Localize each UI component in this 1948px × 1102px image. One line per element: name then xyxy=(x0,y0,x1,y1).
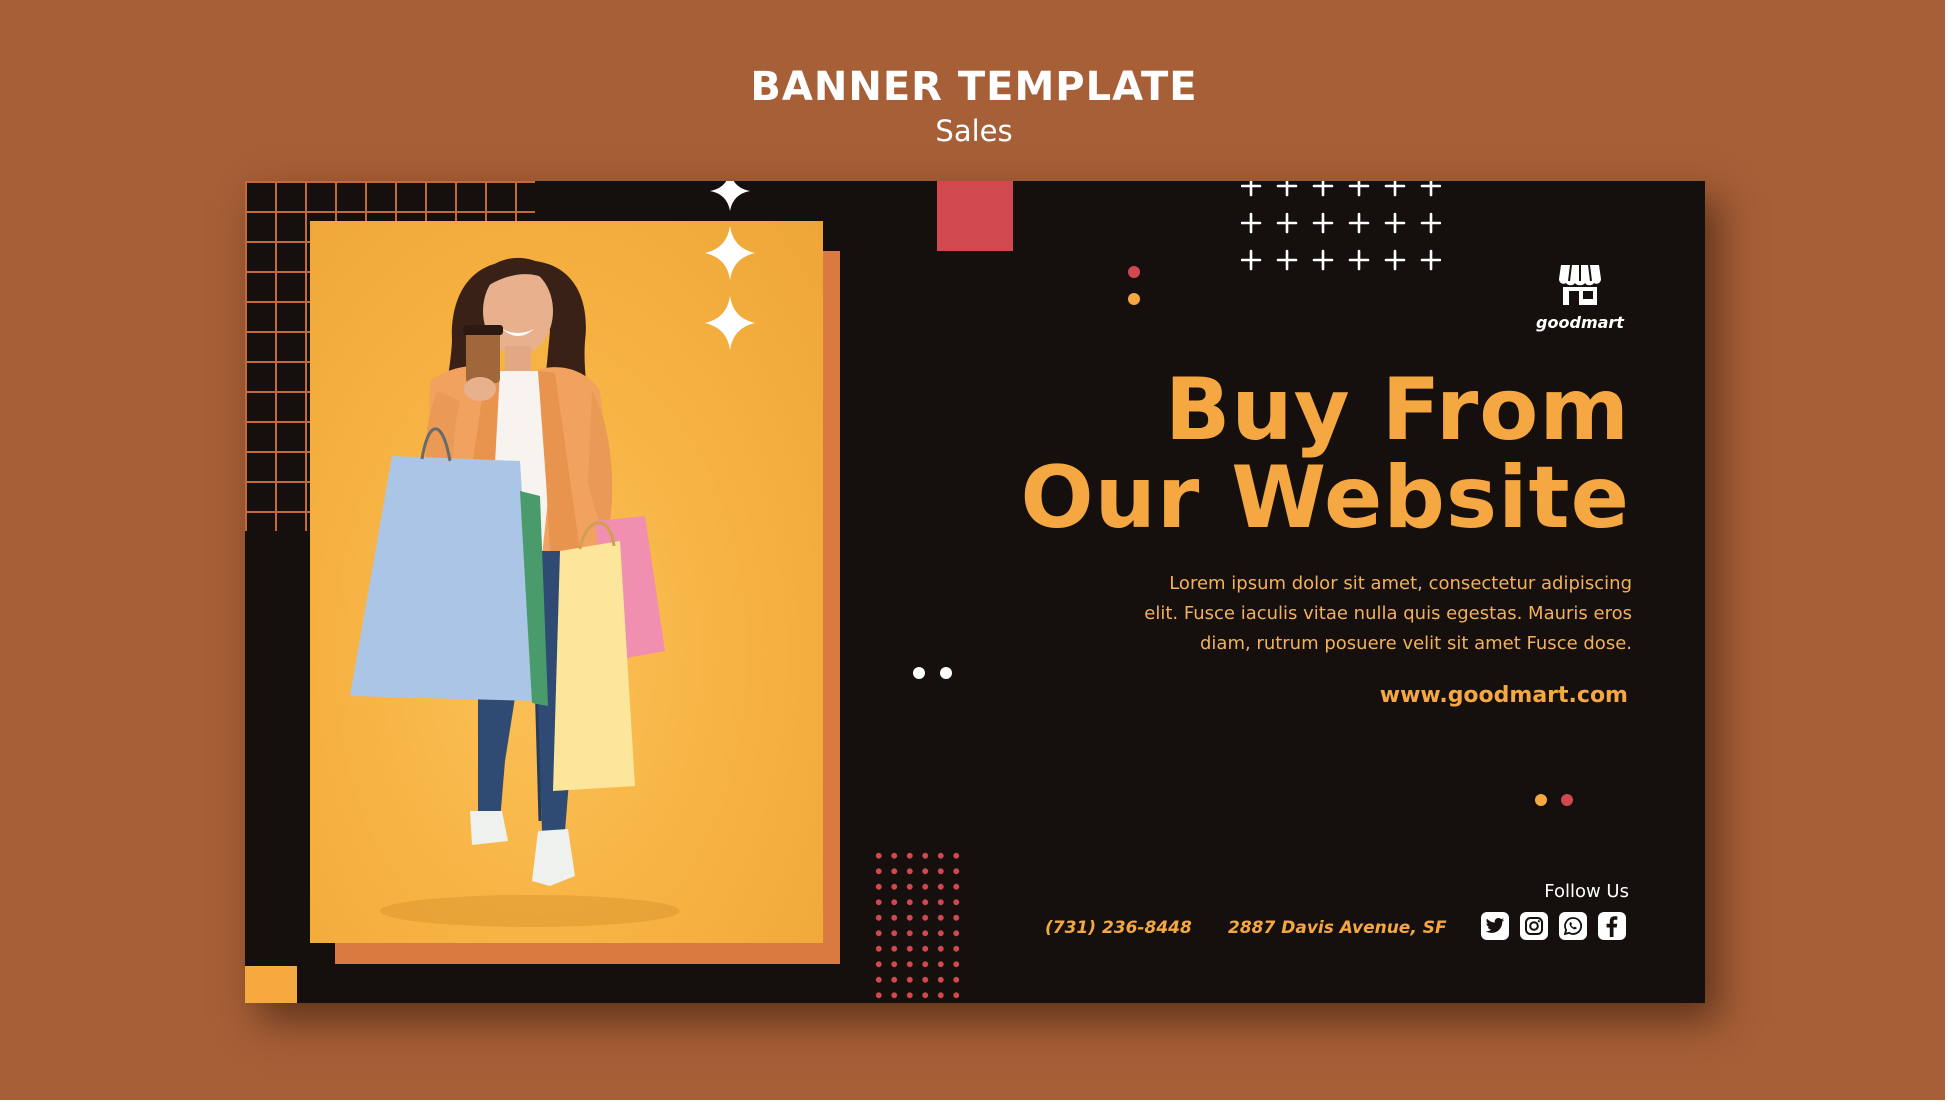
plus-mark xyxy=(1420,181,1441,197)
plus-mark xyxy=(1312,212,1334,234)
brand-logo: goodmart xyxy=(1530,261,1630,332)
plus-mark xyxy=(1384,181,1406,197)
plus-mark xyxy=(1241,181,1262,197)
plus-mark xyxy=(1276,212,1298,234)
plus-mark xyxy=(1276,249,1298,271)
headline-line: Our Website xyxy=(1020,448,1630,548)
plus-pattern xyxy=(1241,181,1441,271)
description-line: Lorem ipsum dolor sit amet, consectetur … xyxy=(1169,573,1632,594)
plus-mark xyxy=(1312,181,1334,197)
plus-mark xyxy=(1276,181,1298,197)
follow-us-label: Follow Us xyxy=(1544,881,1629,902)
instagram-icon[interactable] xyxy=(1520,912,1548,940)
twitter-icon xyxy=(1485,918,1505,933)
dot-matrix-decoration xyxy=(871,848,963,1003)
decor-dot xyxy=(1128,266,1140,278)
accent-square-red xyxy=(937,181,1013,251)
plus-mark xyxy=(1384,212,1406,234)
instagram-icon xyxy=(1525,917,1543,935)
sales-banner: goodmart Buy From Our Website Lorem ipsu… xyxy=(245,181,1705,1003)
decor-dot xyxy=(1128,293,1140,305)
decor-dot xyxy=(1535,794,1547,806)
accent-square xyxy=(245,966,297,1003)
facebook-icon[interactable] xyxy=(1598,912,1626,940)
address: 2887 Davis Avenue, SF xyxy=(1228,918,1447,938)
plus-mark xyxy=(1312,249,1334,271)
plus-mark xyxy=(1420,249,1441,271)
decor-dot xyxy=(1561,794,1573,806)
storefront-icon xyxy=(1559,264,1601,305)
whatsapp-icon[interactable] xyxy=(1559,912,1587,940)
sparkle-icon xyxy=(705,181,755,350)
decor-dot xyxy=(913,667,925,679)
headline: Buy From Our Website xyxy=(910,366,1630,542)
plus-mark xyxy=(1420,212,1441,234)
facebook-icon xyxy=(1606,916,1618,937)
description: Lorem ipsum dolor sit amet, consectetur … xyxy=(1112,569,1632,659)
description-line: diam, rutrum posuere velit sit amet Fusc… xyxy=(1199,633,1632,654)
page-title: BANNER TEMPLATE xyxy=(750,64,1198,110)
plus-mark xyxy=(1348,249,1370,271)
plus-mark xyxy=(1384,249,1406,271)
brand-name: goodmart xyxy=(1536,313,1624,332)
decor-dot xyxy=(940,667,952,679)
plus-mark xyxy=(1348,212,1370,234)
description-line: elit. Fusce iaculis vitae nulla quis ege… xyxy=(1144,603,1632,624)
plus-mark xyxy=(1241,212,1262,234)
plus-mark xyxy=(1241,249,1262,271)
social-links xyxy=(1481,912,1626,940)
whatsapp-icon xyxy=(1563,917,1582,936)
twitter-icon[interactable] xyxy=(1481,912,1509,940)
page-subtitle: Sales xyxy=(935,114,1013,148)
headline-line: Buy From xyxy=(1164,360,1630,460)
plus-mark xyxy=(1348,181,1370,197)
phone-number: (731) 236-8448 xyxy=(1045,918,1192,938)
website-link[interactable]: www.goodmart.com xyxy=(1380,683,1628,708)
